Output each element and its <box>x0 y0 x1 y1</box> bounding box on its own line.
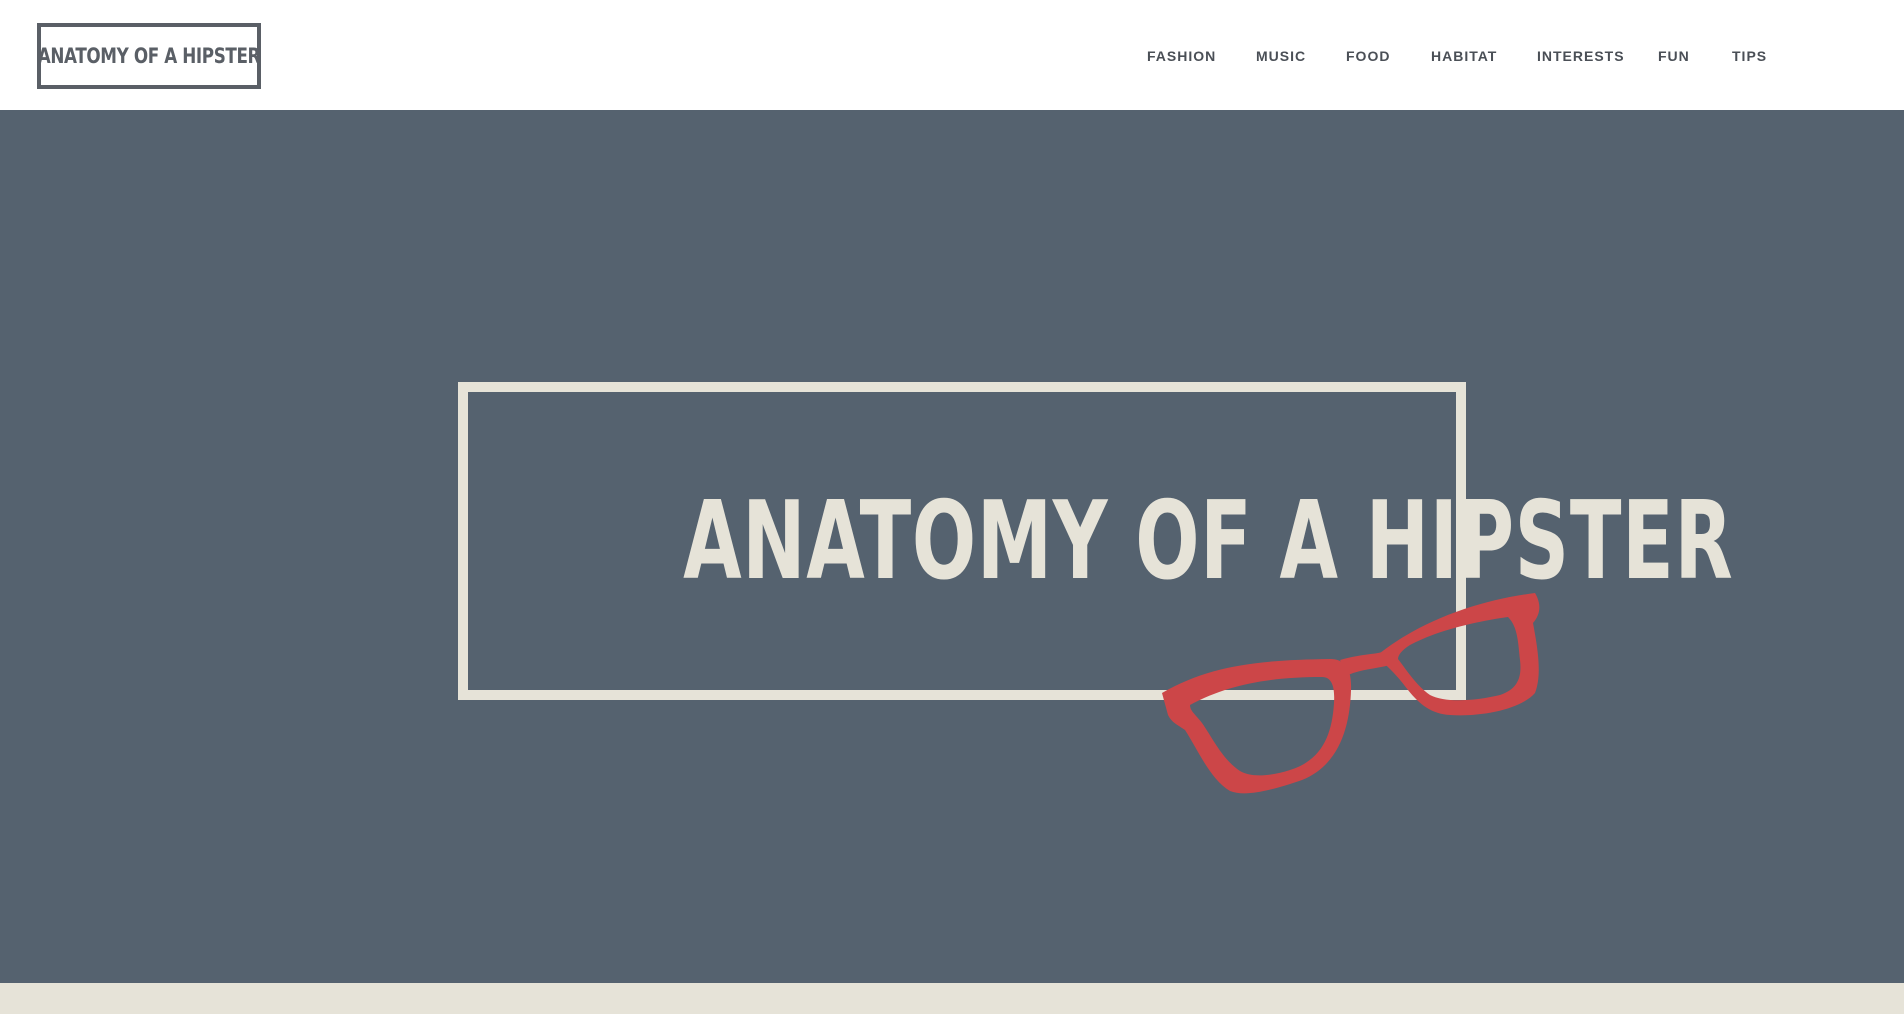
hero-section: ANATOMY OF A HIPSTER <box>0 110 1904 983</box>
nav-item-tips[interactable]: TIPS <box>1732 47 1767 65</box>
nav-item-music[interactable]: MUSIC <box>1256 47 1306 65</box>
nav-item-food[interactable]: FOOD <box>1346 47 1390 65</box>
logo-text: ANATOMY OF A HIPSTER <box>37 44 261 68</box>
nav-item-interests[interactable]: INTERESTS <box>1537 47 1625 65</box>
red-glasses-icon <box>1162 593 1540 794</box>
nav-item-habitat[interactable]: HABITAT <box>1431 47 1497 65</box>
nav-item-fun[interactable]: FUN <box>1658 47 1690 65</box>
nav-item-fashion[interactable]: FASHION <box>1147 47 1216 65</box>
content-band <box>0 983 1904 1014</box>
site-logo[interactable]: ANATOMY OF A HIPSTER <box>37 23 261 89</box>
site-header: ANATOMY OF A HIPSTER FASHION MUSIC FOOD … <box>0 0 1904 110</box>
